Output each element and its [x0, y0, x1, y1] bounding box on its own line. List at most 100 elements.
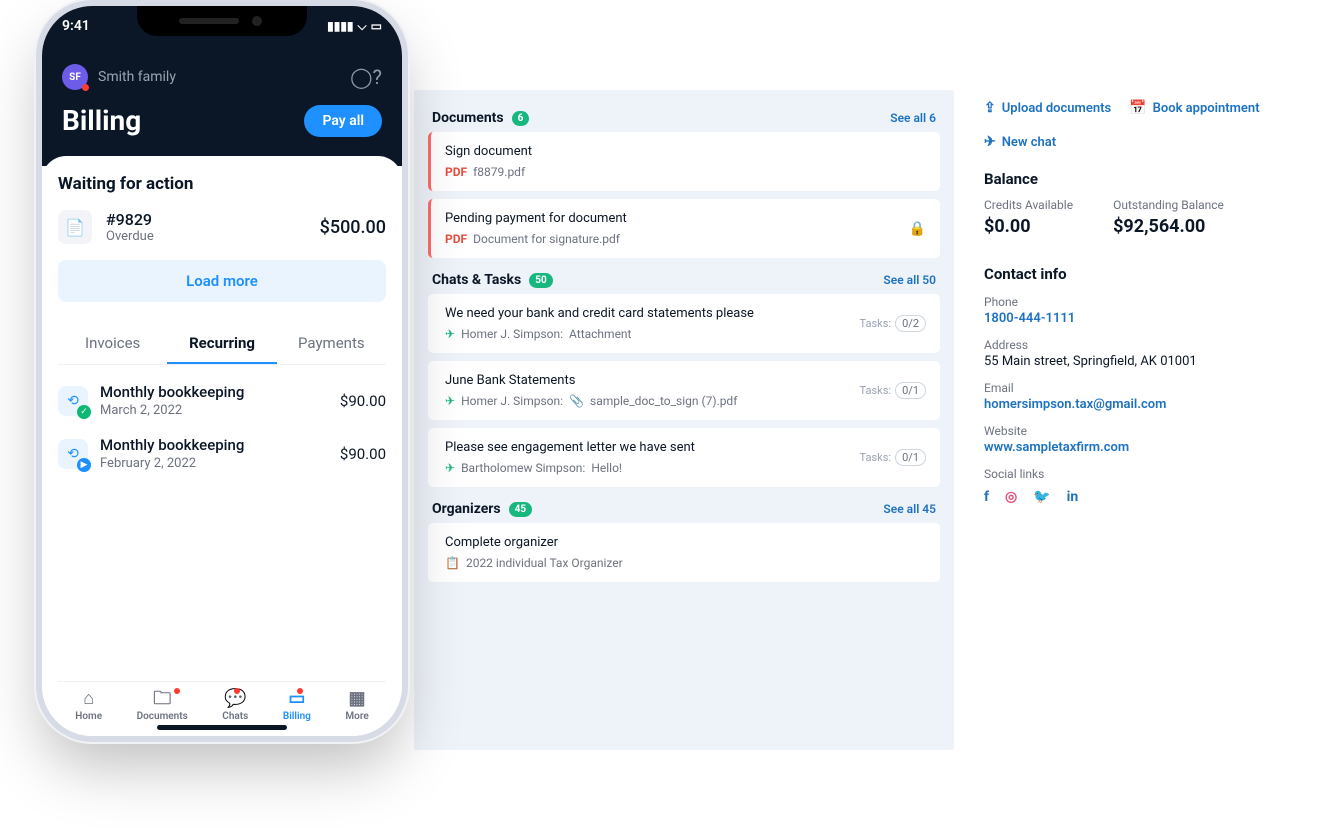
- address-value: 55 Main street, Springfield, AK 01001: [984, 354, 1284, 369]
- outstanding-value: $92,564.00: [1113, 216, 1224, 237]
- recurring-title: Monthly bookkeeping: [100, 436, 328, 454]
- credits-label: Credits Available: [984, 198, 1073, 212]
- recurring-icon: ⟲✓: [58, 386, 88, 416]
- send-icon: ✈: [445, 394, 455, 408]
- chat-extra: Attachment: [569, 327, 631, 341]
- tab-recurring[interactable]: Recurring: [167, 324, 276, 364]
- invoice-status: Overdue: [106, 229, 306, 244]
- organizers-header-label: Organizers: [432, 501, 501, 517]
- tab-more[interactable]: ▦More: [345, 690, 368, 722]
- folder-icon: 🗀: [153, 690, 171, 708]
- chats-header-label: Chats & Tasks: [432, 272, 521, 288]
- chat-card[interactable]: We need your bank and credit card statem…: [428, 294, 940, 353]
- credits-value: $0.00: [984, 216, 1073, 237]
- file-name: f8879.pdf: [473, 165, 525, 179]
- chat-card[interactable]: June Bank Statements ✈ Homer J. Simpson:…: [428, 361, 940, 420]
- page-title: Billing: [62, 104, 141, 137]
- phone-label: Phone: [984, 295, 1284, 309]
- organizer-card-title: Complete organizer: [445, 535, 926, 550]
- tab-documents[interactable]: 🗀Documents: [137, 690, 188, 722]
- card-title: Sign document: [445, 144, 926, 159]
- tasks-badge: Tasks: 0/1: [860, 449, 926, 466]
- linkedin-icon[interactable]: in: [1067, 489, 1079, 505]
- invoice-row[interactable]: 📄 #9829 Overdue $500.00: [58, 210, 386, 244]
- instagram-icon[interactable]: ◎: [1005, 489, 1017, 505]
- organizers-section-header: Organizers 45 See all 45: [428, 495, 940, 523]
- contact-header: Contact info: [984, 265, 1284, 283]
- tab-invoices[interactable]: Invoices: [58, 324, 167, 364]
- recurring-amount: $90.00: [340, 445, 386, 463]
- chat-card[interactable]: Please see engagement letter we have sen…: [428, 428, 940, 487]
- home-indicator[interactable]: [157, 725, 287, 730]
- chat-card-title: We need your bank and credit card statem…: [445, 306, 860, 321]
- organizers-see-all-link[interactable]: See all 45: [883, 502, 936, 516]
- tasks-badge: Tasks: 0/1: [860, 382, 926, 399]
- recurring-date: February 2, 2022: [100, 456, 328, 471]
- chat-extra: Hello!: [591, 461, 622, 475]
- tab-billing[interactable]: ▭Billing: [283, 690, 311, 722]
- signal-icon: ▮▮▮▮: [327, 19, 353, 33]
- pdf-icon: PDF: [445, 232, 467, 246]
- phone-mockup: 9:41 ▮▮▮▮ ⌵ ▭ SF Smith family ◯? Billing…: [42, 6, 402, 736]
- user-row[interactable]: SF Smith family ◯?: [62, 64, 382, 90]
- balance-row: Credits Available $0.00 Outstanding Bala…: [984, 198, 1284, 237]
- lock-icon: 🔒: [909, 221, 926, 237]
- recurring-row[interactable]: ⟲▶ Monthly bookkeeping February 2, 2022 …: [58, 436, 386, 471]
- document-card[interactable]: Pending payment for document PDF Documen…: [428, 199, 940, 258]
- documents-header-label: Documents: [432, 110, 504, 126]
- file-name: Document for signature.pdf: [473, 232, 620, 246]
- facebook-icon[interactable]: f: [984, 489, 989, 505]
- email-link[interactable]: homersimpson.tax@gmail.com: [984, 397, 1284, 412]
- check-icon: ✓: [77, 405, 91, 419]
- tab-home[interactable]: ⌂Home: [75, 690, 102, 722]
- chat-author: Homer J. Simpson:: [461, 327, 563, 341]
- more-icon: ▦: [349, 690, 366, 708]
- card-title: Pending payment for document: [445, 211, 909, 226]
- waiting-header: Waiting for action: [58, 174, 386, 194]
- phone-notch: [137, 6, 307, 36]
- status-right: ▮▮▮▮ ⌵ ▭: [327, 18, 382, 34]
- tab-payments[interactable]: Payments: [277, 324, 386, 364]
- organizer-card[interactable]: Complete organizer 📋 2022 individual Tax…: [428, 523, 940, 582]
- panel-right: ⇪Upload documents 📅Book appointment ✈New…: [984, 90, 1284, 750]
- book-appointment-link[interactable]: 📅Book appointment: [1129, 100, 1259, 116]
- pdf-icon: PDF: [445, 165, 467, 179]
- outstanding-label: Outstanding Balance: [1113, 198, 1224, 212]
- document-card[interactable]: Sign document PDF f8879.pdf: [428, 132, 940, 191]
- social-label: Social links: [984, 467, 1284, 481]
- documents-see-all-link[interactable]: See all 6: [890, 111, 936, 125]
- recurring-amount: $90.00: [340, 392, 386, 410]
- wifi-icon: ⌵: [358, 19, 367, 34]
- send-icon: ✈: [984, 134, 996, 150]
- pay-all-button[interactable]: Pay all: [304, 105, 382, 137]
- tab-chats[interactable]: 💬Chats: [222, 690, 248, 722]
- address-label: Address: [984, 338, 1284, 352]
- chats-see-all-link[interactable]: See all 50: [883, 273, 936, 287]
- calendar-icon: 📅: [1129, 100, 1146, 116]
- load-more-button[interactable]: Load more: [58, 260, 386, 302]
- documents-count-pill: 6: [512, 111, 530, 126]
- document-icon: 📄: [58, 210, 92, 244]
- website-link[interactable]: www.sampletaxfirm.com: [984, 440, 1284, 455]
- website-label: Website: [984, 424, 1284, 438]
- attachment-icon: 📎: [569, 394, 584, 408]
- new-chat-link[interactable]: ✈New chat: [984, 134, 1056, 150]
- user-name: Smith family: [98, 69, 176, 85]
- play-icon: ▶: [77, 458, 91, 472]
- home-icon: ⌂: [83, 690, 94, 708]
- tasks-badge: Tasks: 0/2: [860, 315, 926, 332]
- organizer-sub: 2022 individual Tax Organizer: [466, 556, 623, 570]
- chat-extra: sample_doc_to_sign (7).pdf: [590, 394, 737, 408]
- invoice-amount: $500.00: [320, 217, 386, 238]
- chats-count-pill: 50: [529, 273, 552, 288]
- social-links: f ◎ 🐦 in: [984, 489, 1284, 505]
- help-icon[interactable]: ◯?: [350, 65, 382, 89]
- avatar[interactable]: SF: [62, 64, 88, 90]
- recurring-row[interactable]: ⟲✓ Monthly bookkeeping March 2, 2022 $90…: [58, 383, 386, 418]
- twitter-icon[interactable]: 🐦: [1033, 489, 1050, 505]
- phone-link[interactable]: 1800-444-1111: [984, 311, 1284, 326]
- clipboard-icon: 📋: [445, 556, 460, 570]
- recurring-date: March 2, 2022: [100, 403, 328, 418]
- upload-documents-link[interactable]: ⇪Upload documents: [984, 100, 1111, 116]
- chats-section-header: Chats & Tasks 50 See all 50: [428, 266, 940, 294]
